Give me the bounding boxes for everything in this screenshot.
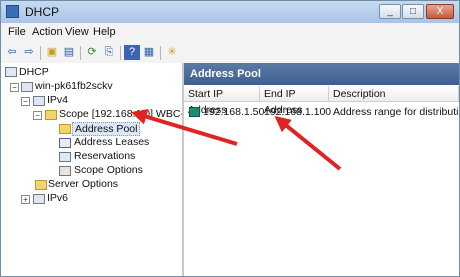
scope-options-icon (59, 166, 71, 176)
console-tree: DHCP − win-pk61fb2sckv − IPv4 − Scope [1… (1, 63, 184, 276)
ipv4-icon (33, 96, 45, 106)
minimize-button[interactable]: _ (379, 4, 401, 19)
column-header-end-ip[interactable]: End IP Address (260, 86, 329, 116)
description-cell[interactable]: Address range for distribution (333, 103, 459, 121)
tree-ipv6[interactable]: IPv6 (47, 192, 68, 204)
end-ip-cell[interactable]: 192.168.1.100 (264, 103, 331, 121)
tree-address-leases[interactable]: Address Leases (74, 136, 149, 148)
column-header-description[interactable]: Description (329, 86, 459, 102)
forward-arrow-icon[interactable]: ⇨ (21, 45, 37, 60)
dhcp-window: DHCP _ □ X File Action View Help ⇦ ⇨ ▣ ▤… (0, 0, 460, 277)
toolbar-separator (80, 46, 81, 60)
new-range-icon[interactable]: ✳ (164, 45, 180, 60)
window-title: DHCP (25, 5, 60, 19)
toolbar-separator (160, 46, 161, 60)
address-range-icon (189, 107, 200, 117)
server-options-icon (35, 180, 47, 190)
tree-ipv4[interactable]: IPv4 (47, 94, 68, 106)
tree-address-pool[interactable]: Address Pool (72, 122, 141, 136)
column-header-start-ip[interactable]: Start IP Address (184, 86, 260, 116)
tree-scope[interactable]: Scope [192.168.1.0] WBC-Local (59, 108, 182, 120)
refresh-icon[interactable]: ⟳ (84, 45, 100, 60)
toolbar-separator (40, 46, 41, 60)
export-list-icon[interactable]: ⎘ (101, 45, 117, 60)
menu-help[interactable]: Help (93, 26, 116, 38)
menu-file[interactable]: File (8, 26, 26, 38)
server-icon (21, 82, 33, 92)
tree-reservations[interactable]: Reservations (74, 150, 135, 162)
ipv6-icon (33, 194, 45, 204)
show-hide-tree-icon[interactable]: ▤ (61, 45, 77, 60)
expand-ipv6-toggle[interactable]: + (21, 195, 30, 204)
collapse-server-toggle[interactable]: − (10, 83, 19, 92)
details-pane: Address Pool Start IP Address End IP Add… (184, 63, 459, 276)
help-icon[interactable]: ? (124, 45, 140, 60)
reservations-icon (59, 152, 71, 162)
start-ip-cell[interactable]: 192.168.1.50 (203, 103, 264, 121)
maximize-button[interactable]: □ (402, 4, 424, 19)
tree-scope-options[interactable]: Scope Options (74, 164, 143, 176)
menu-bar: File Action View Help (1, 23, 459, 44)
dhcp-root-icon (5, 67, 17, 77)
back-arrow-icon[interactable]: ⇦ (4, 45, 20, 60)
toolbar-separator (120, 46, 121, 60)
tree-dhcp-root[interactable]: DHCP (19, 66, 49, 78)
menu-view[interactable]: View (65, 26, 89, 38)
title-bar: DHCP _ □ X (1, 1, 459, 24)
dhcp-app-icon (6, 5, 19, 18)
properties-icon[interactable]: ▦ (141, 45, 157, 60)
menu-action[interactable]: Action (32, 26, 63, 38)
close-button[interactable]: X (426, 4, 454, 19)
tree-server[interactable]: win-pk61fb2sckv (35, 80, 113, 92)
address-leases-icon (59, 138, 71, 148)
collapse-scope-toggle[interactable]: − (33, 111, 42, 120)
up-folder-icon[interactable]: ▣ (44, 45, 60, 60)
scope-folder-icon (45, 110, 57, 120)
tree-server-options[interactable]: Server Options (48, 178, 118, 190)
toolbar: ⇦ ⇨ ▣ ▤ ⟳ ⎘ ? ▦ ✳ (1, 43, 459, 64)
details-pane-header: Address Pool (184, 63, 459, 85)
address-pool-icon (59, 124, 71, 134)
collapse-ipv4-toggle[interactable]: − (21, 97, 30, 106)
